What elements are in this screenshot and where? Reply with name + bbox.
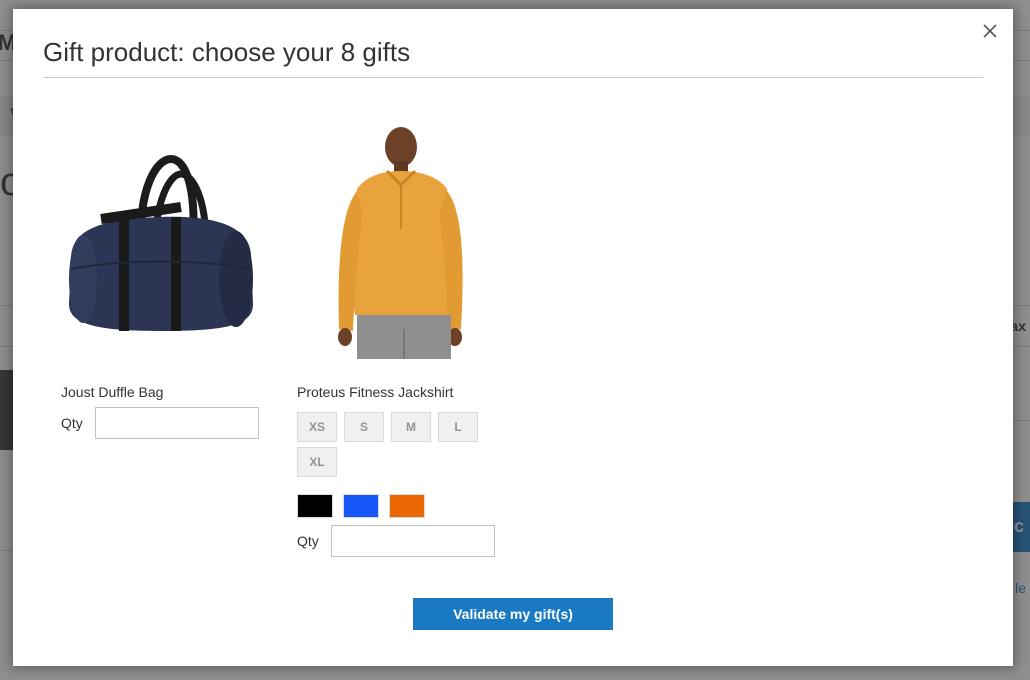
color-swatches (297, 494, 497, 518)
gift-modal: Gift product: choose your 8 gifts Joust … (13, 9, 1013, 666)
title-divider (43, 77, 983, 78)
qty-row: Qty (61, 407, 261, 439)
qty-label: Qty (297, 533, 319, 549)
color-swatch-orange[interactable] (389, 494, 425, 518)
product-name[interactable]: Joust Duffle Bag (61, 384, 261, 400)
size-swatch-xs[interactable]: XS (297, 412, 337, 442)
color-swatch-black[interactable] (297, 494, 333, 518)
qty-label: Qty (61, 415, 83, 431)
size-swatch-m[interactable]: M (391, 412, 431, 442)
product-name[interactable]: Proteus Fitness Jackshirt (297, 384, 497, 400)
gift-product-card: Proteus Fitness Jackshirt XS S M L XL Qt… (297, 119, 497, 557)
close-icon (983, 24, 997, 38)
validate-gifts-button[interactable]: Validate my gift(s) (413, 598, 613, 630)
qty-input[interactable] (331, 525, 495, 557)
modal-title: Gift product: choose your 8 gifts (43, 37, 411, 67)
size-swatch-xl[interactable]: XL (297, 447, 337, 477)
jackshirt-image[interactable] (297, 119, 497, 369)
close-button[interactable] (980, 21, 1000, 41)
gift-product-card: Joust Duffle Bag Qty (61, 119, 261, 439)
color-swatch-blue[interactable] (343, 494, 379, 518)
size-swatch-s[interactable]: S (344, 412, 384, 442)
qty-input[interactable] (95, 407, 259, 439)
size-swatch-l[interactable]: L (438, 412, 478, 442)
size-swatches: XS S M L XL (297, 412, 497, 482)
duffle-bag-image[interactable] (61, 119, 261, 369)
qty-row: Qty (297, 525, 497, 557)
